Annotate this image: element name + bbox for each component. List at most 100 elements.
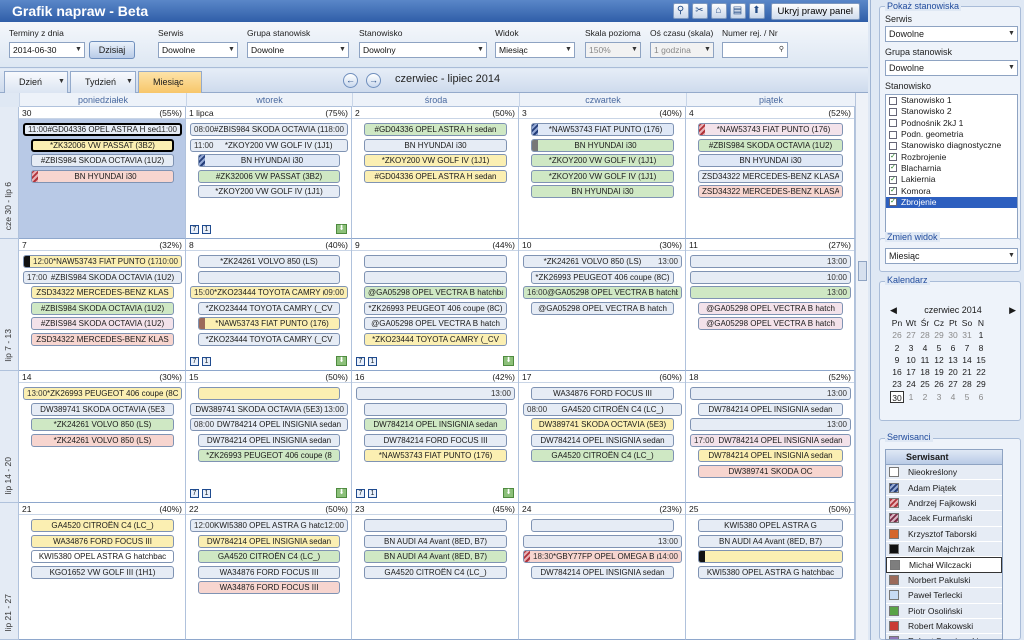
calendar-day[interactable]: 3 [904, 342, 918, 354]
day-cell[interactable]: 15 (50%) DW389741 SKODA OCTAVIA (5E3) 13:00… [186, 371, 352, 503]
repair-event[interactable]: 17:00 #ZBIS984 SKODA OCTAVIA (1U2) [23, 270, 182, 284]
repair-event[interactable] [364, 270, 507, 284]
tscale-select[interactable]: 1 godzina ▼ [650, 42, 714, 58]
repair-event[interactable]: 17:00 DW784214 OPEL INSIGNIA sedan [690, 433, 851, 447]
calendar-day[interactable]: 29 [932, 329, 946, 341]
repair-event[interactable]: KGO1652 VW GOLF III (1H1) [31, 565, 174, 579]
repair-event[interactable]: 12:00 *NAW53743 FIAT PUNTO (176) 10:00 [23, 255, 182, 268]
repair-event[interactable]: #ZK32006 VW PASSAT (3B2) [198, 169, 340, 183]
repair-event[interactable]: BN AUDI A4 Avant (8ED, B7) [364, 534, 507, 548]
repair-event[interactable]: BN HYUNDAI i30 [531, 138, 674, 152]
station-item[interactable]: Podn. geometria [886, 129, 1017, 140]
repair-event[interactable]: 08:00 GA4520 CITROËN C4 (LC_) [523, 402, 682, 416]
calendar-day[interactable]: 13 [946, 354, 960, 366]
overflow-count-icon[interactable]: 7 [356, 489, 365, 498]
checkbox-icon[interactable]: ✓ [889, 153, 897, 162]
repair-event[interactable]: *NAW53743 FIAT PUNTO (176) [364, 449, 507, 462]
overflow-count-icon[interactable]: 1 [368, 357, 377, 366]
day-cell[interactable]: 10 (30%) *ZK24261 VOLVO 850 (LS) 13:00 *ZK26… [519, 239, 686, 371]
repair-event[interactable]: *ZK24261 VOLVO 850 (LS) [31, 433, 174, 447]
repair-event[interactable] [198, 387, 340, 400]
search-icon[interactable]: ⚲ [777, 45, 786, 55]
station-select[interactable]: Dowolny ▼ [359, 42, 487, 58]
overflow-count-icon[interactable]: 1 [368, 489, 377, 498]
calendar-day[interactable]: 31 [960, 329, 974, 341]
repair-event[interactable]: GA4520 CITROËN C4 (LC_) [31, 519, 174, 532]
calendar-day[interactable]: 5 [960, 391, 974, 403]
serviceman-item[interactable]: Michał Wilczacki [886, 557, 1002, 573]
repair-event[interactable]: *ZK24261 VOLVO 850 (LS) [31, 418, 174, 431]
repair-event[interactable]: 12:00KWI5380 OPEL ASTRA G hatchback (F48… [190, 519, 348, 532]
repair-event[interactable]: #GD04336 OPEL ASTRA H sedan [364, 169, 507, 183]
calendar-day[interactable]: 28 [960, 378, 974, 390]
overflow-count-icon[interactable]: 1 [202, 357, 211, 366]
serviceman-item[interactable]: Adam Piątek [886, 480, 1002, 496]
checkbox-icon[interactable]: ✓ [889, 175, 897, 184]
repair-event[interactable]: GA4520 CITROËN C4 (LC_) [198, 550, 340, 563]
overflow-count-icon[interactable]: 7 [190, 357, 199, 366]
repair-event[interactable]: BN AUDI A4 Avant (8ED, B7) [698, 534, 843, 548]
repair-event[interactable]: 15:00*ZKO23444 TOYOTA CAMRY (_CV2_, _XV2… [190, 286, 348, 299]
repair-event[interactable]: KWI5380 OPEL ASTRA G hatchbac [698, 565, 843, 579]
calendar-day[interactable]: 30 [946, 329, 960, 341]
export-icon[interactable]: ⬆ [748, 3, 765, 19]
repair-event[interactable]: BN HYUNDAI i30 [531, 185, 674, 198]
repair-event[interactable]: 18:30*GBY77FP OPEL OMEGA B (25_, 26_, 27… [523, 550, 682, 563]
calendar-day[interactable]: 21 [960, 366, 974, 378]
calendar-day[interactable]: 14 [960, 354, 974, 366]
repair-event[interactable]: #GD04336 OPEL ASTRA H sedan [364, 123, 507, 136]
repair-event[interactable]: 10:00 [690, 270, 851, 284]
repair-event[interactable]: GA4520 CITROËN C4 (LC_) [364, 565, 507, 579]
checkbox-icon[interactable] [889, 141, 897, 150]
overflow-count-icon[interactable]: 1 [202, 489, 211, 498]
overflow-count-icon[interactable]: 7 [190, 489, 199, 498]
station-item[interactable]: ✓ Rozbrojenie [886, 151, 1017, 162]
repair-event[interactable]: 08:00#ZBIS984 SKODA OCTAVIA (1U2)18:00 [190, 123, 348, 136]
tab-week[interactable]: Tydzień ▼ [70, 71, 136, 93]
calendar-day[interactable]: 4 [918, 342, 932, 354]
repair-event[interactable]: DW784214 OPEL INSIGNIA sedan [364, 418, 507, 431]
station-item[interactable]: ✓ Lakiernia [886, 174, 1017, 185]
repair-event[interactable]: @GA05298 OPEL VECTRA B hatch [531, 301, 674, 315]
tools-icon[interactable]: ✂ [691, 3, 708, 19]
station-list[interactable]: Stanowisko 1 Stanowisko 2 Podnośnik 2kJ 1P… [885, 94, 1018, 244]
serviceman-item[interactable]: Robert Makowski [886, 618, 1002, 635]
calendar-day[interactable]: 18 [918, 366, 932, 378]
checkbox-icon[interactable]: ✓ [889, 187, 897, 196]
expand-down-icon[interactable]: ⬇ [503, 356, 514, 366]
serviceman-item[interactable]: Nieokreślony [886, 465, 1002, 481]
overflow-count-icon[interactable]: 1 [202, 225, 211, 234]
calendar-day[interactable]: 6 [974, 391, 988, 403]
day-cell[interactable]: 21 (40%) GA4520 CITROËN C4 (LC_) WA34876 FO… [19, 503, 186, 640]
side-group-select[interactable]: Dowolne ▼ [885, 60, 1018, 76]
calendar-day[interactable]: 22 [974, 366, 988, 378]
repair-event[interactable]: 13:00 [690, 387, 851, 400]
repair-event[interactable]: BN HYUNDAI i30 [31, 169, 174, 183]
prev-arrow-icon[interactable]: ← [343, 73, 358, 88]
calendar-day[interactable]: 7 [960, 342, 974, 354]
serviceman-item[interactable]: Paweł Terlecki [886, 588, 1002, 604]
overflow-count-icon[interactable]: 7 [356, 357, 365, 366]
day-cell[interactable]: 22 (50%) 12:00KWI5380 OPEL ASTRA G hatchba… [186, 503, 352, 640]
repair-event[interactable]: *ZK32006 VW PASSAT (3B2) [31, 138, 174, 152]
repair-event[interactable]: BN HYUNDAI i30 [364, 138, 507, 152]
station-item[interactable]: Stanowisko 2 [886, 106, 1017, 117]
calendar-day[interactable]: 10 [904, 354, 918, 366]
repair-event[interactable]: BN HYUNDAI i30 [198, 154, 340, 167]
repair-event[interactable]: 13:00 [690, 286, 851, 299]
day-cell[interactable]: 14 (30%) 13:00 *ZK26993 PEUGEOT 406 coupe (… [19, 371, 186, 503]
repair-event[interactable]: @GA05298 OPEL VECTRA B hatch [698, 301, 843, 315]
repair-event[interactable]: KWI5380 OPEL ASTRA G [698, 519, 843, 532]
repair-event[interactable]: *ZKOY200 VW GOLF IV (1J1) [531, 154, 674, 167]
day-cell[interactable]: 8 (40%) *ZK24261 VOLVO 850 (LS) 15:00 *ZKO23… [186, 239, 352, 371]
calendar-day[interactable]: 4 [946, 391, 960, 403]
calendar-day[interactable]: 23 [890, 378, 904, 390]
print-icon[interactable]: ▤ [729, 3, 746, 19]
expand-down-icon[interactable]: ⬇ [336, 224, 347, 234]
calendar-day[interactable]: 2 [890, 342, 904, 354]
date-field[interactable]: 2014-06-30 ▼ [9, 42, 85, 58]
calendar-day[interactable]: 15 [974, 354, 988, 366]
calendar-day[interactable]: 30 [890, 390, 904, 404]
side-service-select[interactable]: Dowolne ▼ [885, 26, 1018, 42]
calendar-day[interactable]: 20 [946, 366, 960, 378]
